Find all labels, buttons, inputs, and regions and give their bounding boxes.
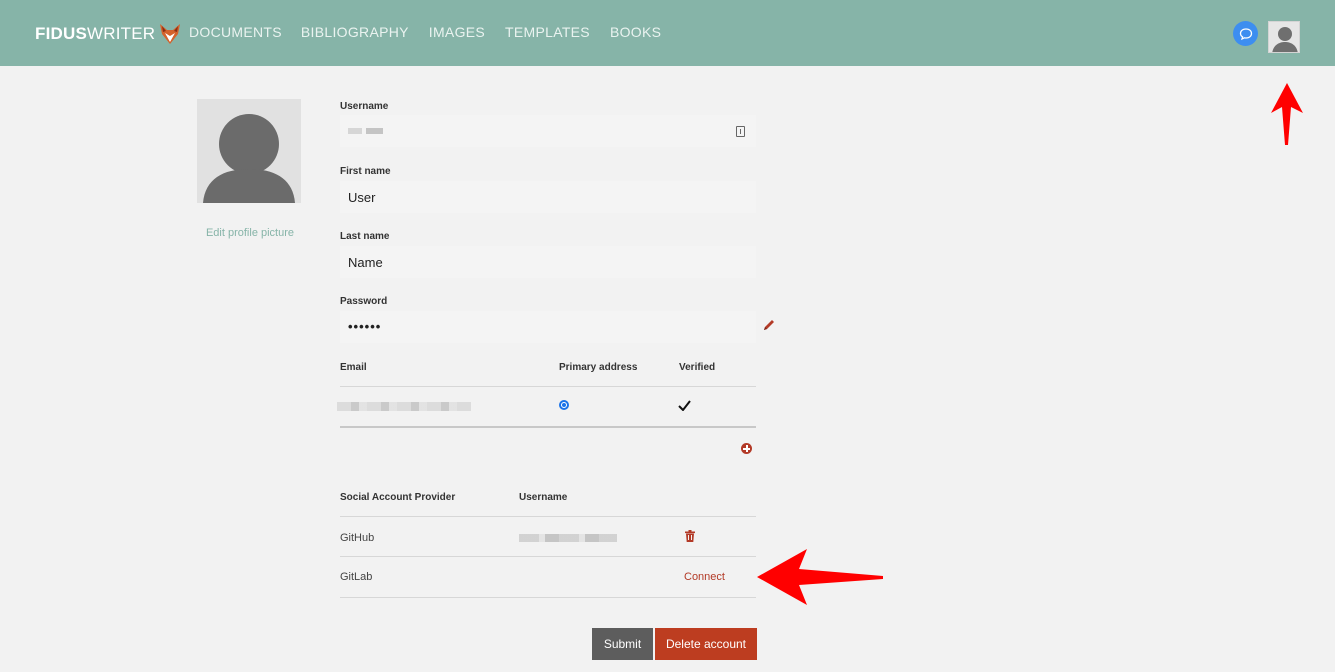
check-icon xyxy=(678,400,691,411)
chat-bubble-icon xyxy=(1239,27,1252,40)
first-name-input[interactable] xyxy=(340,181,756,213)
edit-profile-picture-link[interactable]: Edit profile picture xyxy=(198,227,302,239)
top-navigation-bar: FIDUSWRITER DOCUMENTS BIBLIOGRAPHY IMAGE… xyxy=(0,0,1335,66)
connect-gitlab-link[interactable]: Connect xyxy=(684,571,725,583)
primary-address-column-header: Primary address xyxy=(559,362,638,373)
nav-images[interactable]: IMAGES xyxy=(429,24,485,40)
pencil-icon[interactable] xyxy=(762,318,776,332)
password-label: Password xyxy=(340,296,388,307)
logo-text: FIDUSWRITER xyxy=(35,24,155,44)
nav-templates[interactable]: TEMPLATES xyxy=(505,24,590,40)
delete-account-button[interactable]: Delete account xyxy=(655,628,757,660)
plus-circle-icon[interactable] xyxy=(741,443,752,454)
provider-github: GitHub xyxy=(340,532,375,544)
social-provider-column-header: Social Account Provider xyxy=(340,492,456,503)
default-avatar-icon xyxy=(203,114,295,203)
user-avatar-icon xyxy=(1272,27,1298,52)
verified-column-header: Verified xyxy=(679,362,716,373)
email-redacted xyxy=(337,402,471,411)
submit-button[interactable]: Submit xyxy=(592,628,653,660)
nav-bibliography[interactable]: BIBLIOGRAPHY xyxy=(301,24,409,40)
social-username-column-header: Username xyxy=(519,492,568,503)
email-header-divider xyxy=(340,386,756,387)
logo-bold-text: FIDUS xyxy=(35,24,87,43)
username-redacted xyxy=(348,128,383,134)
social-header-divider xyxy=(340,516,756,517)
logo-light-text: WRITER xyxy=(87,24,156,43)
main-nav: DOCUMENTS BIBLIOGRAPHY IMAGES TEMPLATES … xyxy=(189,24,681,40)
fox-logo-icon xyxy=(160,24,181,44)
annotation-arrow-left xyxy=(757,549,883,605)
password-field[interactable]: •••••• xyxy=(340,311,756,343)
email-column-header: Email xyxy=(340,362,367,373)
user-avatar-button[interactable] xyxy=(1268,21,1300,53)
provider-gitlab: GitLab xyxy=(340,571,373,583)
app-logo[interactable]: FIDUSWRITER xyxy=(35,22,182,46)
trash-icon[interactable] xyxy=(685,530,695,542)
username-field[interactable] xyxy=(340,115,756,147)
social-table-bottom-divider xyxy=(340,597,756,598)
social-row-divider xyxy=(340,556,756,557)
chat-button[interactable] xyxy=(1233,21,1258,46)
github-username-redacted xyxy=(519,534,617,542)
annotation-arrow-up xyxy=(1271,83,1303,145)
last-name-label: Last name xyxy=(340,231,390,242)
profile-picture xyxy=(197,99,301,203)
primary-address-radio[interactable] xyxy=(559,400,569,410)
nav-books[interactable]: BOOKS xyxy=(610,24,661,40)
nav-documents[interactable]: DOCUMENTS xyxy=(189,24,282,40)
email-table-bottom-divider xyxy=(340,426,756,428)
first-name-label: First name xyxy=(340,166,391,177)
last-name-input[interactable] xyxy=(340,246,756,278)
id-badge-icon xyxy=(736,126,745,137)
username-label: Username xyxy=(340,101,389,112)
